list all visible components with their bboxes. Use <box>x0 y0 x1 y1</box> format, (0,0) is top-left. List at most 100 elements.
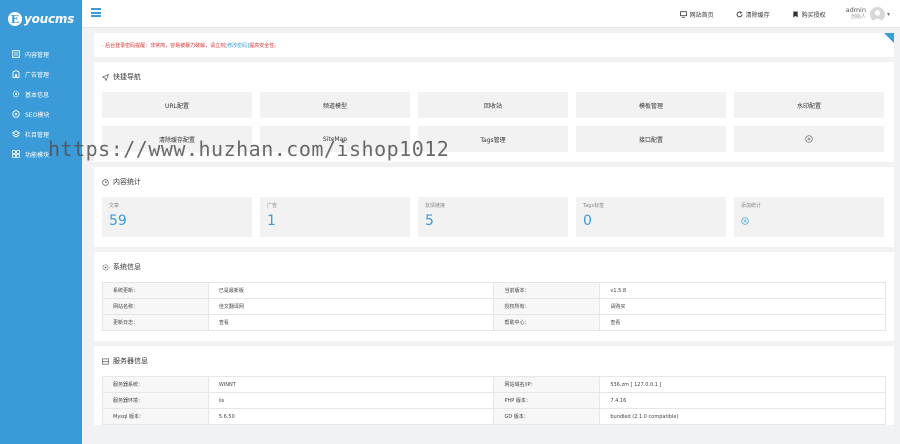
send-icon <box>102 73 109 81</box>
table-value: 5.6.50 <box>207 408 495 425</box>
table-key: 服务器环境： <box>102 392 209 409</box>
stat-add-label: 添加统计 <box>741 203 762 209</box>
user-menu[interactable]: admin 创始人 ▾ <box>846 6 890 22</box>
table-value: bundled (2.1.0 compatible) <box>599 408 886 425</box>
content-stats-title-text: 内容统计 <box>113 178 141 186</box>
layers-icon <box>12 130 20 138</box>
quick-nav-channel-model[interactable]: 频道模型 <box>260 92 410 118</box>
menu-toggle-icon[interactable] <box>91 8 101 17</box>
seo-icon <box>12 110 20 118</box>
topbar: 网站首页 清除缓存 购买授权 admin 创始人 ▾ <box>82 0 900 28</box>
sidebar-nav: 内容管理 广告管理 基本信息 SEO模块 栏目管理 功能模块 <box>0 44 82 164</box>
grid-icon <box>12 150 20 158</box>
server-info-title: 服务器信息 <box>102 346 886 376</box>
server-icon <box>102 358 109 364</box>
sidebar-item-basic-info[interactable]: 基本信息 <box>0 84 82 104</box>
stat-friend-links[interactable]: 友情链接 5 <box>418 197 568 237</box>
chevron-down-icon: ▾ <box>886 10 890 18</box>
refresh-icon <box>736 10 742 17</box>
system-info-title-text: 系统信息 <box>113 263 141 271</box>
table-key: 帮助中心： <box>493 314 601 331</box>
table-key: 网站名称： <box>102 298 209 315</box>
table-value: WINNT <box>207 376 495 393</box>
quick-nav-grid: URL配置 频道模型 回收站 模板管理 水印配置 清除缓存配置 SiteMap … <box>102 92 886 162</box>
gear-icon <box>102 264 109 270</box>
table-key: 服务器系统： <box>102 376 209 393</box>
table-value: 已是最新版 <box>207 282 495 299</box>
server-info-title-text: 服务器信息 <box>113 357 148 365</box>
table-key: 系统更新： <box>102 282 209 299</box>
quick-nav-tags-manage[interactable]: Tags管理 <box>418 126 568 152</box>
table-value: 536.zm [ 127.0.0.1 ] <box>599 376 886 393</box>
quick-nav-sitemap[interactable]: SiteMap <box>260 126 410 152</box>
clock-icon <box>102 178 109 186</box>
notice-text-end: 提高安全性。 <box>249 42 280 49</box>
server-info-panel: 服务器信息 服务器系统： WINNT 网站域名/IP： 536.zm [ 127… <box>94 346 894 425</box>
sidebar-item-seo[interactable]: SEO模块 <box>0 104 82 124</box>
quick-nav-panel: 快捷导航 URL配置 频道模型 回收站 模板管理 水印配置 清除缓存配置 Sit… <box>94 62 894 162</box>
quick-nav-add-button[interactable] <box>734 126 884 152</box>
table-row: 服务器环境： iis PHP 版本： 7.4.16 <box>102 392 886 409</box>
sidebar-item-content[interactable]: 内容管理 <box>0 44 82 64</box>
help-center-link[interactable]: 查看 <box>599 314 886 331</box>
quick-nav-cache-config[interactable]: 清除缓存配置 <box>102 126 252 152</box>
sidebar-item-ads[interactable]: 广告管理 <box>0 64 82 84</box>
logo-text: youcms <box>24 12 75 26</box>
table-key: GD 版本： <box>493 408 601 425</box>
table-row: 系统更新： 已是最新版 当前版本： v1.5.8 <box>102 282 886 299</box>
user-icon <box>872 9 883 22</box>
user-text: admin 创始人 <box>846 7 866 21</box>
content-stats-title: 内容统计 <box>102 167 886 197</box>
clear-cache-link[interactable]: 清除缓存 <box>736 10 770 19</box>
table-key: 更新日志： <box>102 314 209 331</box>
stat-tags[interactable]: Tags标签 0 <box>576 197 726 237</box>
avatar[interactable] <box>869 6 885 22</box>
user-name: admin <box>845 6 866 14</box>
stat-value: 0 <box>583 213 592 229</box>
gear-icon <box>12 90 20 98</box>
stat-label: 文章 <box>109 203 120 209</box>
bookmark-icon <box>792 11 798 17</box>
table-row: Mysql 版本： 5.6.50 GD 版本： bundled (2.1.0 c… <box>102 408 886 425</box>
table-row: 服务器系统： WINNT 网站域名/IP： 536.zm [ 127.0.0.1… <box>102 376 886 393</box>
changelog-link[interactable]: 查看 <box>207 314 495 331</box>
quick-nav-url-config[interactable]: URL配置 <box>102 92 252 118</box>
quick-nav-recycle-bin[interactable]: 回收站 <box>418 92 568 118</box>
stat-label: Tags标签 <box>583 203 605 209</box>
stat-articles[interactable]: 文章 59 <box>102 197 252 237</box>
quick-nav-title: 快捷导航 <box>102 62 886 92</box>
buy-license-table-link[interactable]: 请购买 <box>599 298 886 315</box>
ad-icon <box>12 70 20 78</box>
table-value: 7.4.16 <box>599 392 886 409</box>
quick-nav-watermark-config[interactable]: 水印配置 <box>734 92 884 118</box>
table-key: Mysql 版本： <box>102 408 209 425</box>
site-home-link[interactable]: 网站首页 <box>679 10 714 19</box>
change-password-link[interactable]: [修改密码] <box>225 42 249 49</box>
sidebar: E youcms 内容管理 广告管理 基本信息 SEO模块 栏目管理 功能模块 <box>0 0 82 444</box>
sidebar-item-label: SEO模块 <box>25 111 50 119</box>
table-value: 佳文翻译网 <box>207 298 495 315</box>
sidebar-item-label: 广告管理 <box>25 71 50 79</box>
table-row: 更新日志： 查看 帮助中心： 查看 <box>102 314 886 331</box>
site-home-label: 网站首页 <box>689 11 714 19</box>
system-info-panel: 系统信息 系统更新： 已是最新版 当前版本： v1.5.8 网站名称： 佳文翻译… <box>94 252 894 341</box>
top-actions: 网站首页 清除缓存 购买授权 admin 创始人 ▾ <box>658 0 890 28</box>
sidebar-item-columns[interactable]: 栏目管理 <box>0 124 82 144</box>
table-value: iis <box>207 392 495 409</box>
table-key: PHP 版本： <box>493 392 601 409</box>
sidebar-item-label: 基本信息 <box>25 91 50 99</box>
plus-circle-icon <box>805 135 813 143</box>
logo[interactable]: E youcms <box>0 0 82 38</box>
stat-label: 友情链接 <box>425 203 446 209</box>
stat-ads[interactable]: 广告 1 <box>260 197 410 237</box>
buy-license-link[interactable]: 购买授权 <box>792 10 826 19</box>
stat-value: 59 <box>109 213 127 229</box>
table-key: 网站域名/IP： <box>493 376 601 393</box>
sidebar-item-modules[interactable]: 功能模块 <box>0 144 82 164</box>
quick-nav-template-manage[interactable]: 模板管理 <box>576 92 726 118</box>
stat-value: 1 <box>267 213 276 229</box>
quick-nav-api-config[interactable]: 接口配置 <box>576 126 726 152</box>
server-info-table: 服务器系统： WINNT 网站域名/IP： 536.zm [ 127.0.0.1… <box>102 376 886 425</box>
stat-add[interactable]: 添加统计 <box>734 197 884 237</box>
corner-badge <box>884 33 894 43</box>
